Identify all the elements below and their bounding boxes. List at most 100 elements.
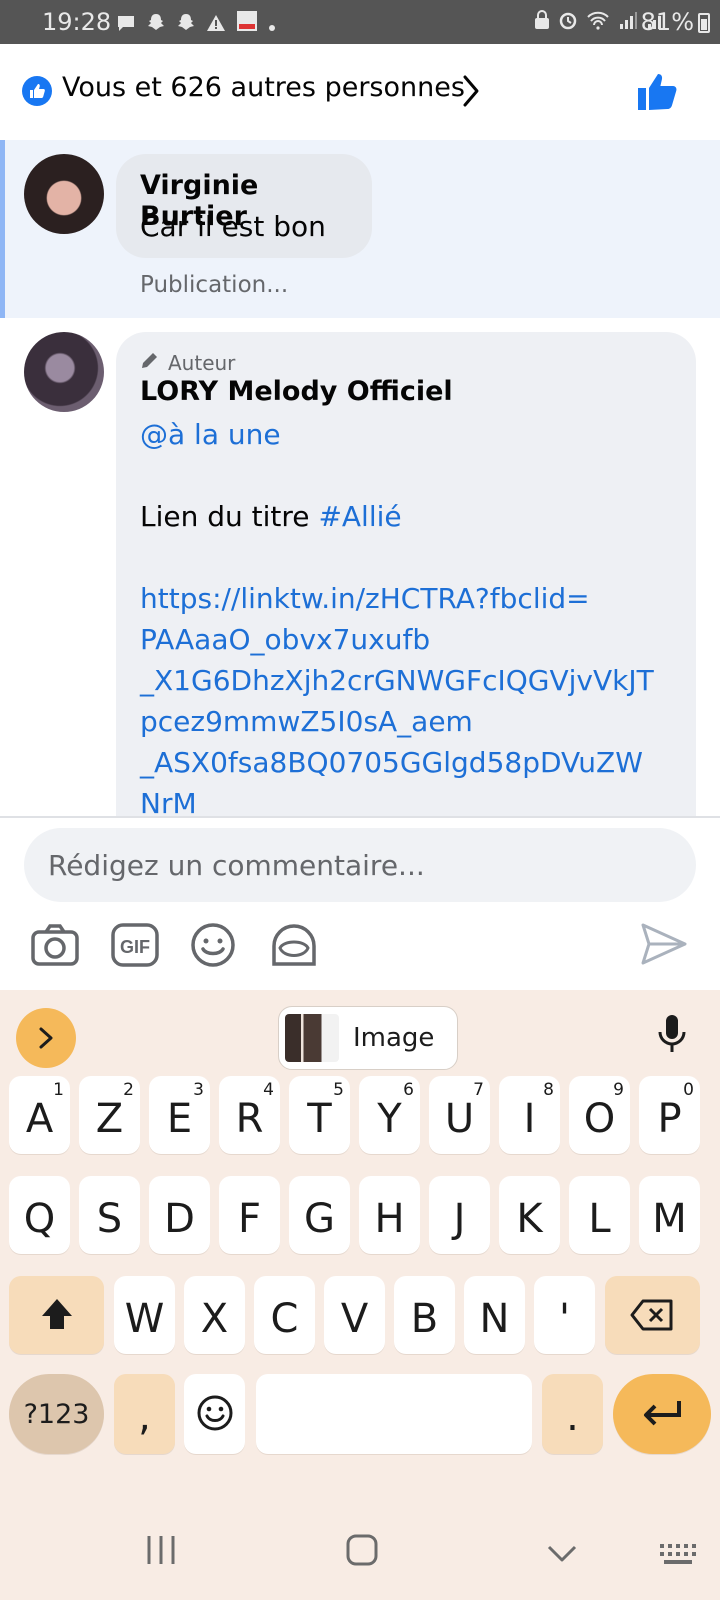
key-label: V <box>340 1296 369 1342</box>
key-label: I <box>523 1096 536 1142</box>
image-suggestion-chip[interactable]: Image <box>278 1006 458 1070</box>
key-g[interactable]: G <box>289 1176 350 1254</box>
gif-icon[interactable]: GIF <box>110 922 166 978</box>
comment-composer[interactable] <box>24 828 696 902</box>
key-i[interactable]: I8 <box>499 1076 560 1154</box>
emoji-icon[interactable] <box>190 922 246 978</box>
emoji-key[interactable] <box>184 1374 245 1454</box>
key-label: A <box>25 1096 54 1142</box>
key-o[interactable]: O9 <box>569 1076 630 1154</box>
url-link-line[interactable]: NrM <box>140 783 680 816</box>
key-label: C <box>270 1296 299 1342</box>
system-nav-bar <box>0 1520 720 1600</box>
key-number: 5 <box>333 1080 344 1100</box>
key-apostrophe[interactable]: ' <box>534 1276 595 1354</box>
url-link-line[interactable]: pcez9mmwZ5I0sA_aem <box>140 701 680 742</box>
warning-icon <box>206 10 226 38</box>
key-label: Y <box>377 1096 402 1142</box>
url-link-line[interactable]: https://linktw.in/zHCTRA?fbclid= <box>140 578 680 619</box>
key-k[interactable]: K <box>499 1176 560 1254</box>
key-e[interactable]: E3 <box>149 1076 210 1154</box>
backspace-key[interactable] <box>605 1276 700 1354</box>
avatar-sticker-icon[interactable] <box>270 922 326 978</box>
key-z[interactable]: Z2 <box>79 1076 140 1154</box>
author-badge: Auteur <box>140 350 235 375</box>
key-m[interactable]: M <box>639 1176 700 1254</box>
url-link-line[interactable]: _ASX0fsa8BQ0705GGlgd58pDVuZW <box>140 742 680 783</box>
key-label: K <box>516 1196 543 1242</box>
key-f[interactable]: F <box>219 1176 280 1254</box>
key-label: W <box>124 1296 165 1342</box>
suggestion-label: Image <box>353 1023 435 1053</box>
key-v[interactable]: V <box>324 1276 385 1354</box>
composer-toolbar: GIF <box>0 922 720 990</box>
key-a[interactable]: A1 <box>9 1076 70 1154</box>
avatar[interactable] <box>24 332 104 412</box>
key-d[interactable]: D <box>149 1176 210 1254</box>
key-q[interactable]: Q <box>9 1176 70 1254</box>
pen-icon <box>140 350 160 375</box>
like-button-icon[interactable] <box>636 70 678 116</box>
enter-key[interactable] <box>613 1374 711 1454</box>
key-p[interactable]: P0 <box>639 1076 700 1154</box>
key-label: P <box>657 1096 682 1142</box>
keyboard-switch-icon[interactable] <box>658 1542 698 1570</box>
shift-key[interactable] <box>9 1276 104 1354</box>
url-link-line[interactable]: _X1G6DhzXjh2crGNWGFcIQGVjvVkJT <box>140 660 680 701</box>
comment-item: Auteur LORY Melody Officiel @à la une Li… <box>0 318 720 816</box>
keyboard-expand-button[interactable] <box>16 1008 76 1068</box>
key-u[interactable]: U7 <box>429 1076 490 1154</box>
author-badge-label: Auteur <box>168 350 236 375</box>
comment-bubble[interactable]: Virginie Burtier Car il est bon <box>116 154 372 258</box>
camera-icon[interactable] <box>30 922 86 978</box>
back-chevron-icon[interactable] <box>546 1544 578 1568</box>
chevron-right-icon[interactable] <box>462 74 480 112</box>
comment-input[interactable] <box>48 828 668 902</box>
key-number: 2 <box>123 1080 134 1100</box>
comment-status: Publication... <box>140 272 289 298</box>
keyboard: Image A1 Z2 E3 R4 T5 Y6 U7 I8 O9 P0 Q S … <box>0 990 720 1600</box>
emoji-icon <box>197 1395 233 1431</box>
key-s[interactable]: S <box>79 1176 140 1254</box>
send-icon[interactable] <box>640 922 696 978</box>
key-y[interactable]: Y6 <box>359 1076 420 1154</box>
key-number: 3 <box>193 1080 204 1100</box>
url-link-line[interactable]: PAAaaO_obvx7uxufb <box>140 619 680 660</box>
status-time: 19:28 <box>42 8 112 36</box>
key-r[interactable]: R4 <box>219 1076 280 1154</box>
key-label: O <box>583 1096 616 1142</box>
snapchat-icon <box>176 10 196 38</box>
hashtag-link[interactable]: #Allié <box>318 500 401 533</box>
enter-icon <box>644 1401 681 1426</box>
key-t[interactable]: T5 <box>289 1076 350 1154</box>
period-key[interactable]: . <box>542 1374 603 1454</box>
mention-link[interactable]: @à la une <box>140 414 680 455</box>
comment-bubble[interactable]: Auteur LORY Melody Officiel @à la une Li… <box>116 332 696 816</box>
comment-author[interactable]: LORY Melody Officiel <box>140 376 453 407</box>
space-key[interactable] <box>256 1374 532 1454</box>
key-b[interactable]: B <box>394 1276 455 1354</box>
key-j[interactable]: J <box>429 1176 490 1254</box>
key-w[interactable]: W <box>114 1276 175 1354</box>
key-c[interactable]: C <box>254 1276 315 1354</box>
symbols-key[interactable]: ?123 <box>9 1374 104 1454</box>
reactions-header[interactable]: Vous et 626 autres personnes <box>0 44 720 140</box>
key-number: 4 <box>263 1080 274 1100</box>
wifi-icon <box>586 10 610 35</box>
avatar[interactable] <box>24 154 104 234</box>
microphone-icon[interactable] <box>656 1012 688 1060</box>
comma-key[interactable]: , <box>114 1374 175 1454</box>
calendar-icon <box>236 10 258 38</box>
key-number: 7 <box>473 1080 484 1100</box>
key-n[interactable]: N <box>464 1276 525 1354</box>
home-icon[interactable] <box>346 1534 378 1570</box>
key-label: D <box>164 1196 195 1242</box>
key-label: . <box>566 1394 579 1440</box>
key-label: G <box>304 1196 335 1242</box>
key-h[interactable]: H <box>359 1176 420 1254</box>
reactions-summary[interactable]: Vous et 626 autres personnes <box>62 72 465 103</box>
key-x[interactable]: X <box>184 1276 245 1354</box>
recents-icon[interactable] <box>146 1534 176 1570</box>
battery-percent: 81% <box>640 8 694 36</box>
key-l[interactable]: L <box>569 1176 630 1254</box>
